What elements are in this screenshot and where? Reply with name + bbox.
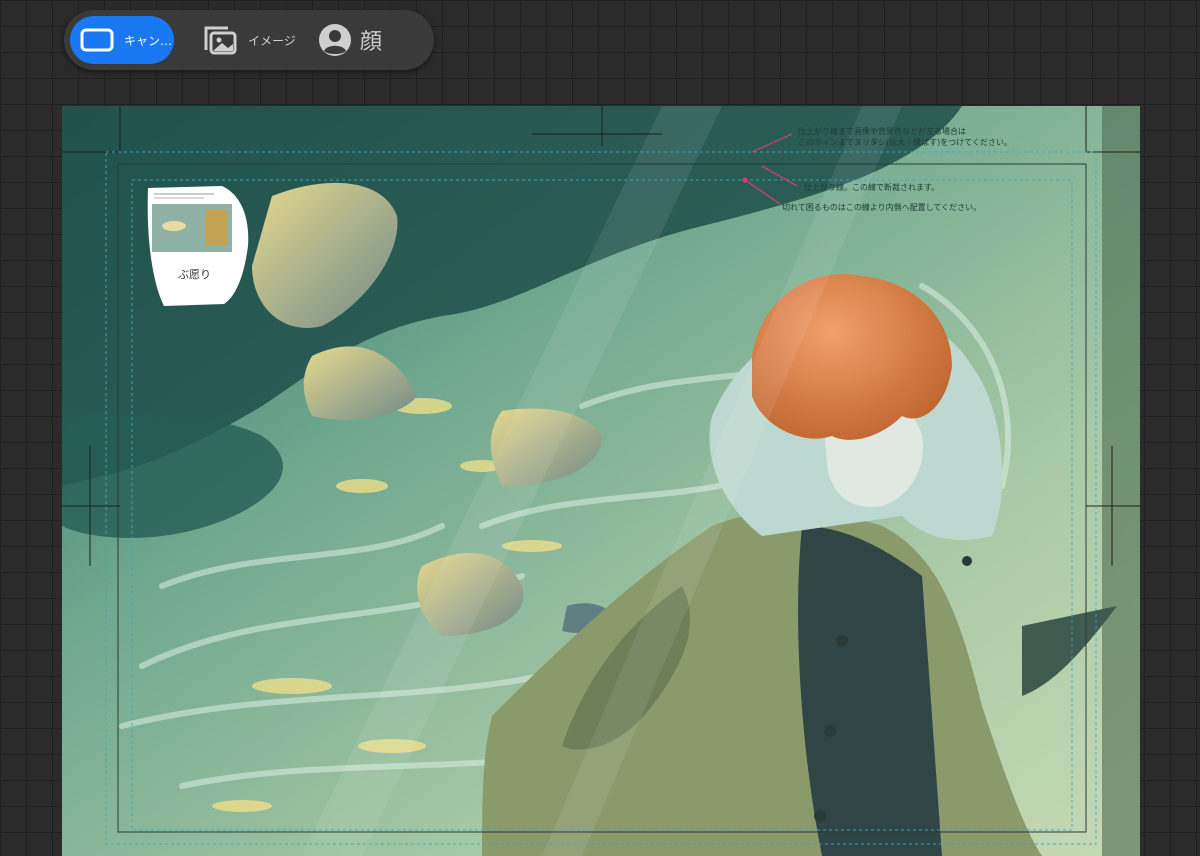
person-icon (319, 24, 351, 56)
canvas-tab-label: キャン… (124, 33, 173, 48)
image-tab-button[interactable]: イメージ (174, 16, 298, 64)
safe-area-note: 切れて困るものはこの線より内側へ配置してください。 (782, 203, 982, 212)
trim-guide-note: 仕上がり線。この線で断裁されます。 (804, 183, 940, 192)
face-tab-label: 顔 (360, 30, 383, 55)
face-tab-button[interactable]: 顔 (298, 16, 408, 64)
reference-image[interactable] (144, 186, 250, 306)
image-gallery-icon (204, 26, 237, 55)
bleed-note-line-2: このラインまでヌリタシ(拡大・縁ばす)をつけてください。 (798, 138, 1012, 147)
bleed-guide-note: 仕上がり線まで画像や背景色などが左る場合は このラインまでヌリタシ(拡大・縁ばす… (798, 126, 1012, 148)
canvas-workspace[interactable]: 仕上がり線まで画像や背景色などが左る場合は このラインまでヌリタシ(拡大・縁ばす… (0, 0, 1200, 856)
reference-caption: ぶ愿り (178, 268, 211, 281)
reference-toolbar: キャン… イメージ 顔 (64, 10, 434, 70)
bleed-note-line-1: 仕上がり線まで画像や背景色などが左る場合は (798, 127, 966, 136)
canvas-icon (80, 28, 114, 52)
canvas-tab-button[interactable]: キャン… (70, 16, 174, 64)
image-tab-label: イメージ (248, 33, 296, 48)
